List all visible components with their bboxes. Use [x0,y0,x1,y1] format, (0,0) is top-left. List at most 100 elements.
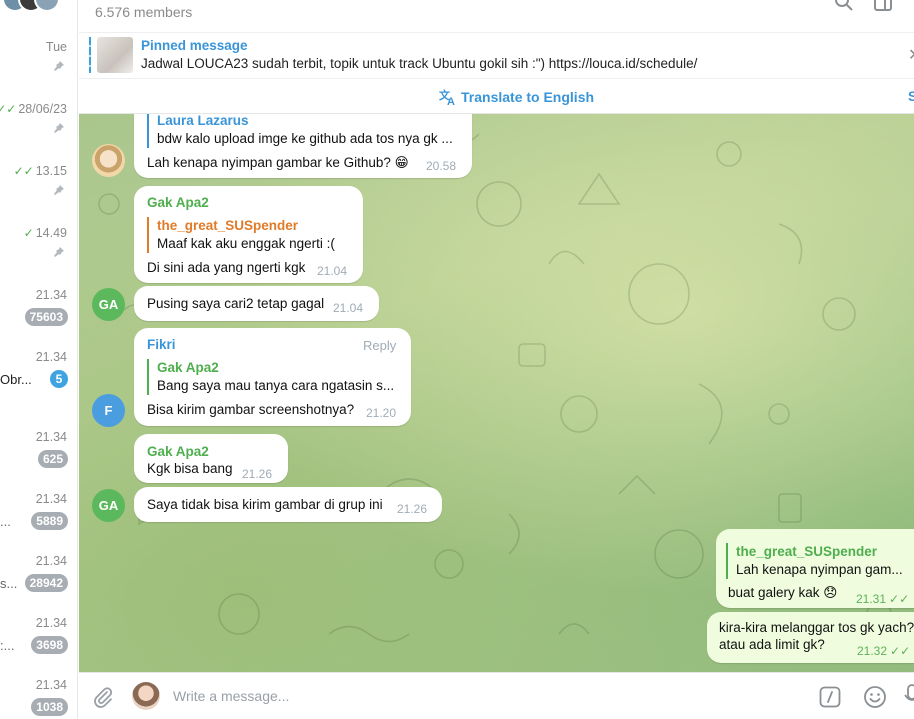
message-time: 21.31 [856,592,887,606]
read-check-icon: ✓✓ [13,164,34,178]
message-bubble[interactable]: Laura Lazarus bdw kalo upload imge ke gi… [134,114,472,178]
message-time: 21.32 [857,644,888,658]
message-text: Pusing saya cari2 tetap gagal [147,296,325,311]
read-check-icon: ✓✓ [890,644,911,658]
chat-row[interactable]: Tue [0,40,77,102]
close-icon[interactable]: ✕ [908,45,914,65]
chat-snippet: ... [0,514,11,529]
chat-time: 13.15 [35,164,67,178]
reply-quote[interactable]: the_great_SUSpender Lah kenapa nyimpan g… [726,543,914,579]
reply-sender: Gak Apa2 [157,360,219,375]
message-bubble[interactable]: Fikri Reply Gak Apa2 Bang saya mau tanya… [134,328,411,426]
message-time: 20.58 [426,159,457,173]
pinned-title: Pinned message [141,38,248,53]
chat-row[interactable]: 21.34 75603 [0,288,77,350]
member-count: 6.576 members [95,4,193,20]
chat-row[interactable]: 21.34 ... 5889 [0,492,77,554]
pin-icon [54,61,64,71]
chat-time: 21.34 [35,616,67,630]
message-text: kira-kira melanggar tos gk yach? [719,620,914,635]
message-bubble[interactable]: Saya tidak bisa kirim gambar di grup ini… [134,487,442,522]
translate-bar: 文A Translate to English S [79,78,914,114]
chat-time: 21.34 [35,554,67,568]
outgoing-message-bubble[interactable]: kira-kira melanggar tos gk yach? atau ad… [707,612,914,663]
translate-settings-icon[interactable]: S [908,88,914,104]
read-check-icon: ✓✓ [889,592,910,606]
svg-text:A: A [447,96,455,106]
reply-text: bdw kalo upload imge ke github ada tos n… [157,131,453,146]
unread-badge: 1038 [31,698,68,716]
emoji-icon[interactable] [863,685,887,709]
chat-row[interactable]: ✓✓ 13.15 [0,164,77,226]
message-time: 21.26 [397,502,428,516]
unread-badge: 625 [37,450,68,468]
reply-quote[interactable]: the_great_SUSpender Maaf kak aku enggak … [147,217,357,253]
message-text: Bisa kirim gambar screenshotnya? [147,402,355,417]
reply-sender: the_great_SUSpender [157,218,299,233]
translate-button[interactable]: 文A Translate to English [439,88,594,106]
unread-badge: 5889 [31,512,68,530]
chat-row[interactable]: ✓✓28/06/23 [0,102,77,164]
user-avatar[interactable]: F [92,394,125,427]
message-text: Saya tidak bisa kirim gambar di grup ini [147,497,383,512]
sent-check-icon: ✓ [23,226,34,240]
unread-badge: 28942 [24,574,68,592]
bot-command-icon[interactable] [819,686,841,708]
chat-time: 21.34 [35,492,67,506]
user-avatar[interactable]: GA [92,288,125,321]
message-bubble[interactable]: Gak Apa2 Kgk bisa bang 21.26 [134,434,288,483]
message-bubble[interactable]: Pusing saya cari2 tetap gagal 21.04 [134,286,379,321]
message-area[interactable]: Laura Lazarus bdw kalo upload imge ke gi… [79,114,914,672]
chat-row[interactable]: 21.34 Obr... 5 [0,350,77,412]
sender-name: Gak Apa2 [147,195,209,210]
reply-text: Lah kenapa nyimpan gam... [736,562,903,577]
chat-row[interactable]: 21.34 s... 28942 [0,554,77,616]
message-text: Di sini ada yang ngerti kgk [147,260,306,275]
chat-list: Tue ✓✓28/06/23 ✓✓13.15 ✓14.49 21.34 7560… [0,0,78,719]
unread-badge: 5 [50,370,68,388]
chat-snippet: s... [0,576,18,591]
message-text: buat galery kak 😞 [728,585,838,600]
attach-icon[interactable] [92,686,114,708]
search-icon[interactable] [834,0,854,12]
chat-time: 14.49 [35,226,67,240]
microphone-icon[interactable] [904,684,914,708]
reply-sender: Laura Lazarus [157,114,249,128]
unread-badge: 75603 [24,308,68,326]
folder-avatars[interactable] [2,0,64,14]
reply-sender: the_great_SUSpender [736,544,878,559]
chat-time: 21.34 [35,350,67,364]
pinned-thumbnail [97,37,133,73]
chat-header[interactable]: 6.576 members [79,0,914,32]
translate-icon: 文A [439,88,455,106]
message-input[interactable] [173,685,793,707]
chat-row[interactable]: 21.34 :... 3698 [0,616,77,678]
panel-icon[interactable] [873,0,893,12]
chat-row[interactable]: ✓ 14.49 [0,226,77,288]
user-avatar[interactable] [92,144,125,177]
pinned-message-bar[interactable]: Pinned message Jadwal LOUCA23 sudah terb… [79,32,914,78]
chat-snippet: Obr... [0,372,32,387]
composer-bar [79,672,914,719]
chat-time: 28/06/23 [18,102,67,116]
pinned-text: Jadwal LOUCA23 sudah terbit, topik untuk… [141,56,698,71]
user-avatar[interactable]: GA [92,489,125,522]
chat-row[interactable]: 21.34 625 [0,430,77,492]
read-check-icon: ✓✓ [0,102,17,116]
outgoing-message-bubble[interactable]: the_great_SUSpender Lah kenapa nyimpan g… [716,529,914,608]
message-time: 21.04 [333,301,364,315]
chat-time: Tue [45,40,67,54]
reply-quote[interactable]: Laura Lazarus bdw kalo upload imge ke gi… [147,114,467,148]
translate-label: Translate to English [461,89,595,105]
unread-badge: 3698 [31,636,68,654]
send-as-avatar[interactable] [132,682,160,710]
reply-text: Bang saya mau tanya cara ngatasin s... [157,378,395,393]
pin-icon [54,185,64,195]
reply-quote[interactable]: Gak Apa2 Bang saya mau tanya cara ngatas… [147,359,397,395]
message-text: Lah kenapa nyimpan gambar ke Github? 😁 [147,155,409,170]
message-time: 21.04 [317,264,348,278]
message-bubble[interactable]: Gak Apa2 the_great_SUSpender Maaf kak ak… [134,186,363,283]
pinned-indicator [89,37,91,73]
chat-row[interactable]: 21.34 1038 [0,678,77,719]
reply-button[interactable]: Reply [363,338,396,353]
